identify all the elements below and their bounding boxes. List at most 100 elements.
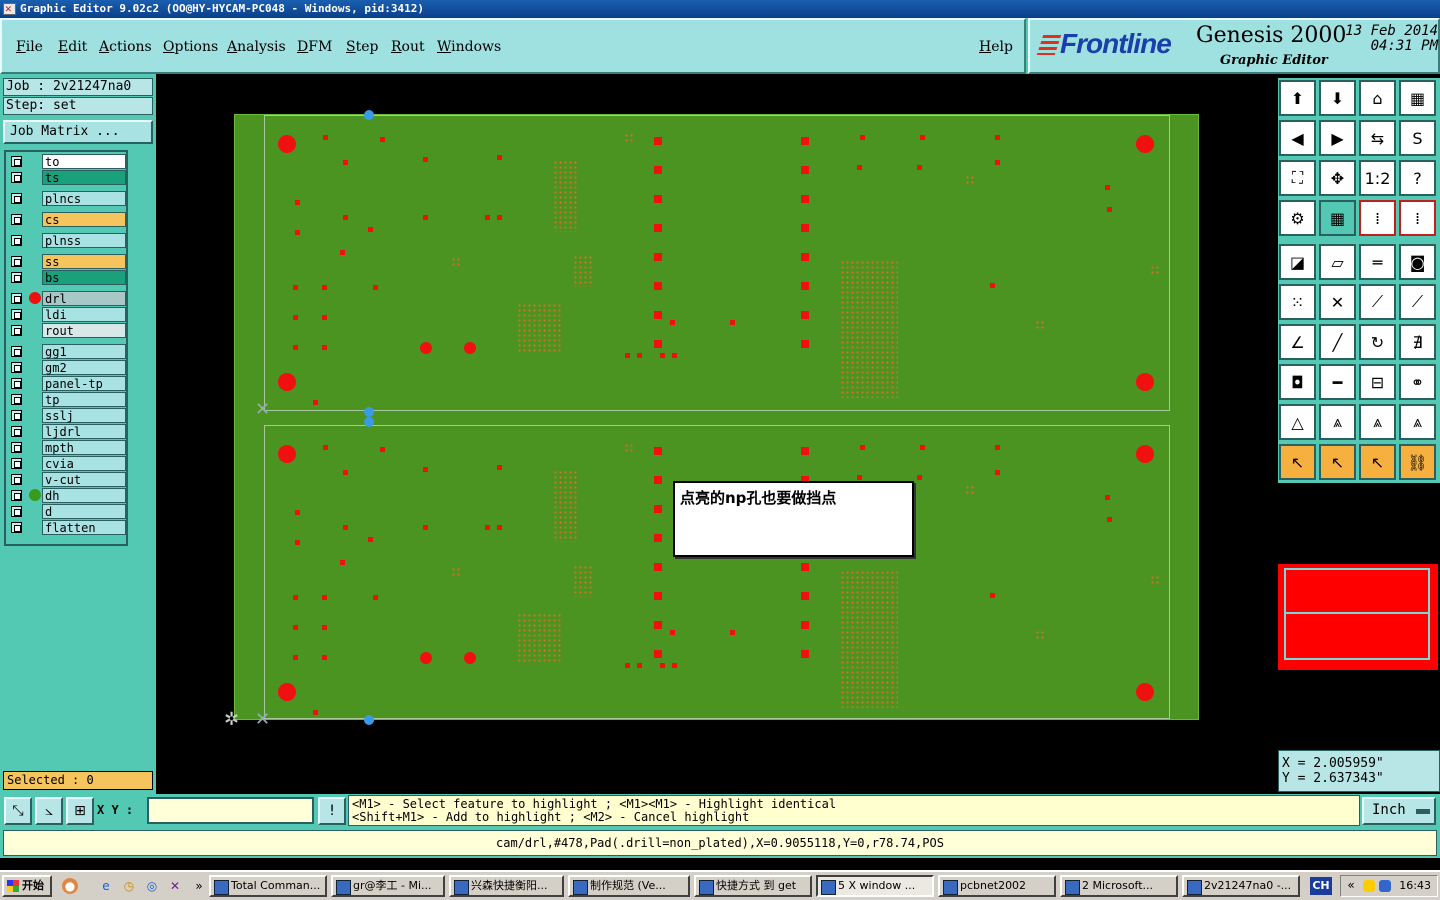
measure-icon[interactable]: ◪ (1279, 244, 1316, 280)
via-array[interactable] (517, 303, 561, 353)
center-icon[interactable]: ✥ (1319, 160, 1356, 196)
layer-row[interactable]: sslj (8, 408, 126, 423)
layer-checkbox[interactable] (11, 426, 22, 437)
layer-row[interactable]: d (8, 504, 126, 519)
layer-name[interactable]: bs (42, 270, 126, 285)
layer-name[interactable]: plncs (42, 191, 126, 206)
layer-row[interactable]: plncs (8, 191, 126, 206)
drill-pad[interactable] (654, 505, 662, 513)
drill-pad[interactable] (485, 215, 490, 220)
tray-clock-icon[interactable] (1363, 880, 1375, 892)
drill-pad[interactable] (373, 595, 378, 600)
drill-pad[interactable] (464, 342, 476, 354)
layer-name[interactable]: tp (42, 392, 126, 407)
window-icon[interactable]: ▦ (1399, 80, 1436, 116)
drill-pad[interactable] (801, 166, 809, 174)
tooling-hole[interactable] (1136, 683, 1154, 701)
job-matrix-button[interactable]: Job Matrix ... (3, 120, 153, 144)
nodes-icon[interactable]: ⁙ (1279, 284, 1316, 320)
drill-pad[interactable] (660, 663, 665, 668)
measure-snap-icon[interactable]: ⦣ (35, 797, 63, 825)
drill-pad[interactable] (990, 593, 995, 598)
drill-pad[interactable] (654, 282, 662, 290)
menu-options[interactable]: Options (163, 39, 218, 55)
drill-pad[interactable] (423, 215, 428, 220)
drill-pad[interactable] (380, 137, 385, 142)
layer-row[interactable]: panel-tp (8, 376, 126, 391)
drill-pad[interactable] (654, 563, 662, 571)
info-icon[interactable]: ! (318, 797, 346, 825)
layer-checkbox[interactable] (11, 410, 22, 421)
drill-pad[interactable] (801, 137, 809, 145)
via-array[interactable] (553, 470, 579, 542)
drill-pad[interactable] (801, 340, 809, 348)
drill-pad[interactable] (293, 315, 298, 320)
menu-file[interactable]: File (16, 39, 43, 55)
drill-pad[interactable] (654, 534, 662, 542)
tooling-hole[interactable] (278, 373, 296, 391)
drill-pad[interactable] (497, 215, 502, 220)
menu-rout[interactable]: Rout (391, 39, 425, 55)
drill-pad[interactable] (293, 655, 298, 660)
drill-pad[interactable] (637, 353, 642, 358)
layer-name[interactable]: dh (42, 488, 126, 503)
drill-pad[interactable] (920, 135, 925, 140)
via-array[interactable] (624, 443, 634, 453)
x-app-icon[interactable]: ✕ (167, 878, 183, 894)
pointer-icon[interactable]: ↖ (1279, 444, 1316, 480)
frame-icon[interactable]: ◙ (1399, 244, 1436, 280)
drill-pad[interactable] (654, 592, 662, 600)
tooling-hole[interactable] (1136, 135, 1154, 153)
drill-pad[interactable] (485, 525, 490, 530)
line-node-icon[interactable]: ⟋ (1359, 284, 1396, 320)
language-indicator[interactable]: CH (1310, 877, 1332, 895)
layer-name[interactable]: ldi (42, 307, 126, 322)
layer-checkbox[interactable] (11, 235, 22, 246)
ruler-icon[interactable]: ═ (1359, 244, 1396, 280)
layer-row[interactable]: ts (8, 170, 126, 185)
fit-icon[interactable]: ⛶ (1279, 160, 1316, 196)
drill-pad[interactable] (322, 625, 327, 630)
grid-snap-icon[interactable]: ⊞ (66, 797, 94, 825)
drill-pad[interactable] (343, 215, 348, 220)
layer-checkbox[interactable] (11, 442, 22, 453)
drill-pad[interactable] (295, 510, 300, 515)
layer-row[interactable]: mpth (8, 440, 126, 455)
layer-name[interactable]: sslj (42, 408, 126, 423)
tooling-hole[interactable] (1136, 445, 1154, 463)
drill-pad[interactable] (654, 340, 662, 348)
layer-checkbox[interactable] (11, 156, 22, 167)
via-array[interactable] (840, 260, 898, 398)
drill-pad[interactable] (373, 285, 378, 290)
layer-row[interactable]: drl (8, 291, 126, 306)
drill-pad[interactable] (670, 320, 675, 325)
arrow-right-icon[interactable]: ▶ (1319, 120, 1356, 156)
via-array[interactable] (1035, 320, 1045, 330)
drill-pad[interactable] (323, 445, 328, 450)
drill-pad[interactable] (464, 652, 476, 664)
drill-pad[interactable] (343, 525, 348, 530)
layer-row[interactable]: gg1 (8, 344, 126, 359)
tooling-hole[interactable] (1136, 373, 1154, 391)
taskbar-button[interactable]: 5 X window ... (816, 875, 934, 897)
taskbar-button[interactable]: 2v21247na0 -... (1182, 875, 1300, 897)
drill-pad[interactable] (293, 345, 298, 350)
layer-row[interactable]: bs (8, 270, 126, 285)
layer-checkbox[interactable] (11, 309, 22, 320)
taskbar-button[interactable]: Total Comman... (209, 875, 327, 897)
swap-icon[interactable]: ⇆ (1359, 120, 1396, 156)
layer-checkbox[interactable] (11, 362, 22, 373)
drill-pad[interactable] (995, 470, 1000, 475)
drill-pad[interactable] (323, 135, 328, 140)
drill-pad[interactable] (860, 135, 865, 140)
home-down-icon[interactable]: ⬇ (1319, 80, 1356, 116)
via-array[interactable] (553, 160, 579, 232)
drill-pad[interactable] (1107, 207, 1112, 212)
layer-checkbox[interactable] (11, 490, 22, 501)
drill-pad[interactable] (801, 224, 809, 232)
menu-windows[interactable]: Windows (437, 39, 501, 55)
layer-row[interactable]: plnss (8, 233, 126, 248)
layer-name[interactable]: gm2 (42, 360, 126, 375)
s-curve-icon[interactable]: S (1399, 120, 1436, 156)
layer-checkbox[interactable] (11, 458, 22, 469)
